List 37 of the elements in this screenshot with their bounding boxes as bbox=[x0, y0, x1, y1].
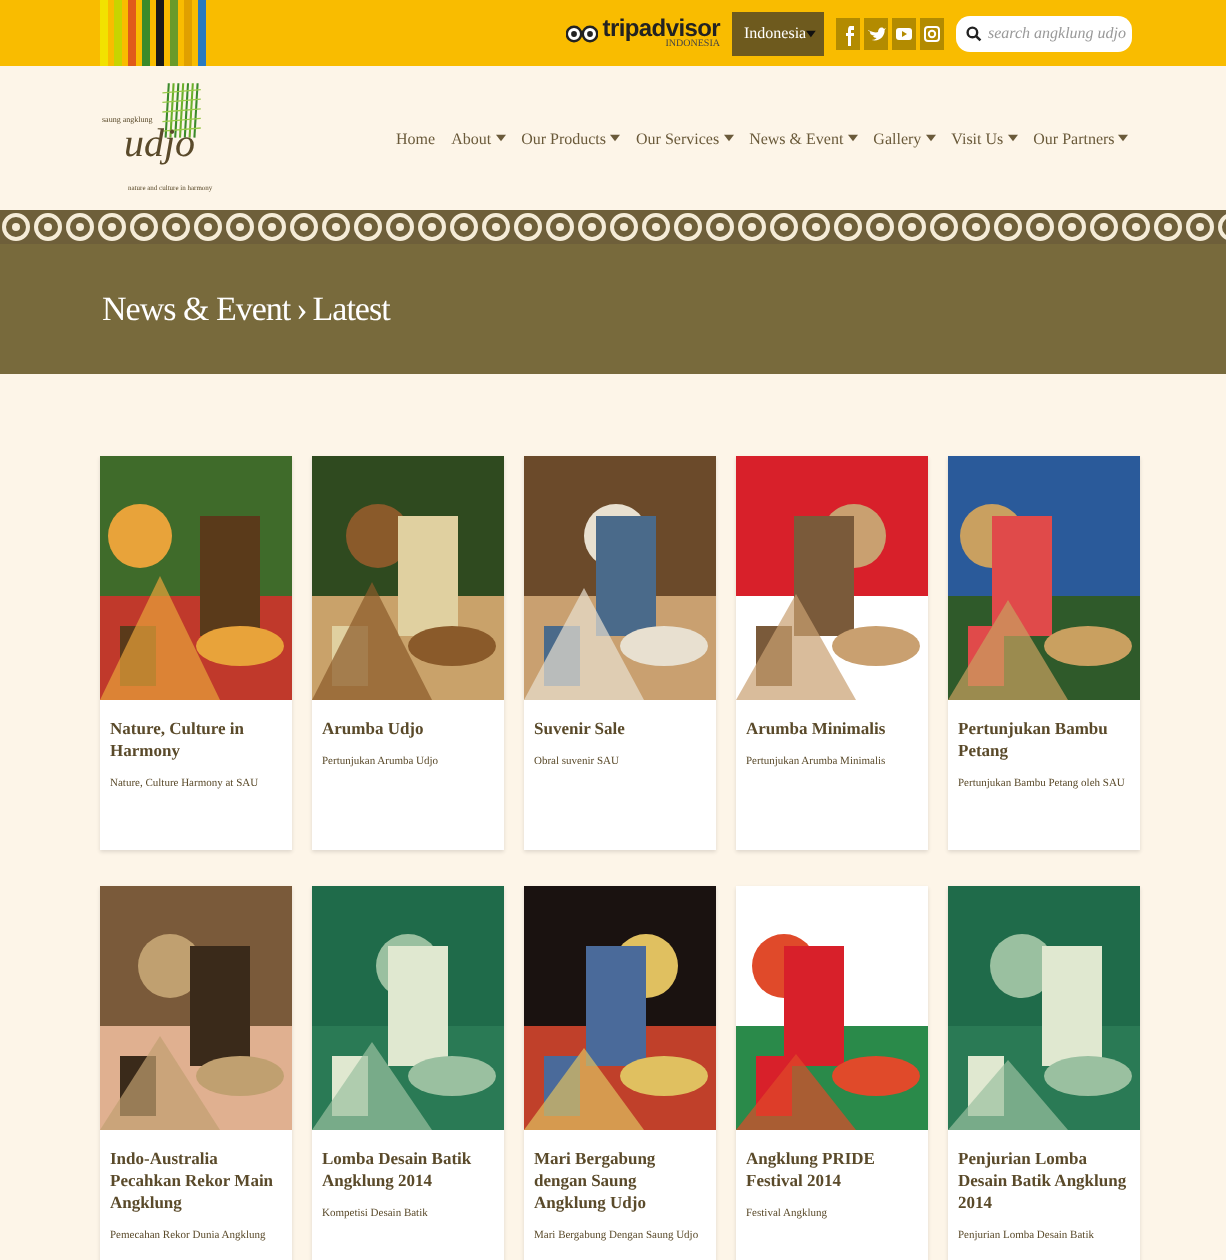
breadcrumb-separator: › bbox=[296, 289, 307, 329]
caret-icon bbox=[495, 134, 506, 142]
post-title[interactable]: Lomba Desain Batik Angklung 2014 bbox=[322, 1148, 494, 1193]
caret-icon bbox=[847, 134, 858, 142]
stripes-logo-icon bbox=[100, 0, 212, 66]
caret-icon bbox=[925, 134, 936, 142]
post-title[interactable]: Indo-Australia Pecahkan Rekor Main Angklung bbox=[110, 1148, 282, 1215]
post-title[interactable]: Suvenir Sale bbox=[534, 718, 706, 741]
nav-link[interactable]: Visit Us bbox=[951, 129, 1018, 147]
post-title[interactable]: Pertunjukan Bambu Petang bbox=[958, 718, 1130, 763]
facebook-icon[interactable] bbox=[836, 17, 860, 49]
nav-link[interactable]: Our Services bbox=[636, 129, 734, 147]
caret-icon bbox=[1118, 134, 1129, 142]
twitter-icon[interactable] bbox=[864, 17, 888, 49]
post-title[interactable]: Nature, Culture in Harmony bbox=[110, 718, 282, 763]
post-title[interactable]: Arumba Udjo bbox=[322, 718, 494, 741]
post-title[interactable]: Penjurian Lomba Desain Batik Angklung 2014 bbox=[958, 1148, 1130, 1215]
search-field[interactable]: search angklung udjo bbox=[956, 15, 1132, 51]
nav-link[interactable]: News & Event bbox=[749, 129, 858, 147]
nav-link[interactable]: Our Partners bbox=[1033, 129, 1129, 147]
caret-icon bbox=[610, 134, 621, 142]
youtube-icon[interactable] bbox=[892, 17, 916, 49]
post-title[interactable]: Arumba Minimalis bbox=[746, 718, 918, 741]
nav-link[interactable]: About bbox=[451, 129, 506, 147]
nav-link[interactable]: Home bbox=[396, 129, 436, 147]
post-title[interactable]: Angklung PRIDE Festival 2014 bbox=[746, 1148, 918, 1193]
nav-link[interactable]: Gallery bbox=[873, 129, 936, 147]
search-icon bbox=[966, 25, 982, 41]
instagram-icon[interactable] bbox=[920, 17, 944, 49]
caret-icon bbox=[723, 134, 734, 142]
language-select[interactable]: Indonesia bbox=[732, 11, 824, 55]
breadcrumb-current: Latest bbox=[312, 289, 390, 329]
caret-icon bbox=[1007, 134, 1018, 142]
caret-icon bbox=[806, 29, 816, 37]
breadcrumb-link[interactable]: News & Event bbox=[102, 289, 291, 329]
nav-link[interactable]: Our Products bbox=[521, 129, 621, 147]
post-title[interactable]: Mari Bergabung dengan Saung Angklung Udjo bbox=[534, 1148, 706, 1215]
